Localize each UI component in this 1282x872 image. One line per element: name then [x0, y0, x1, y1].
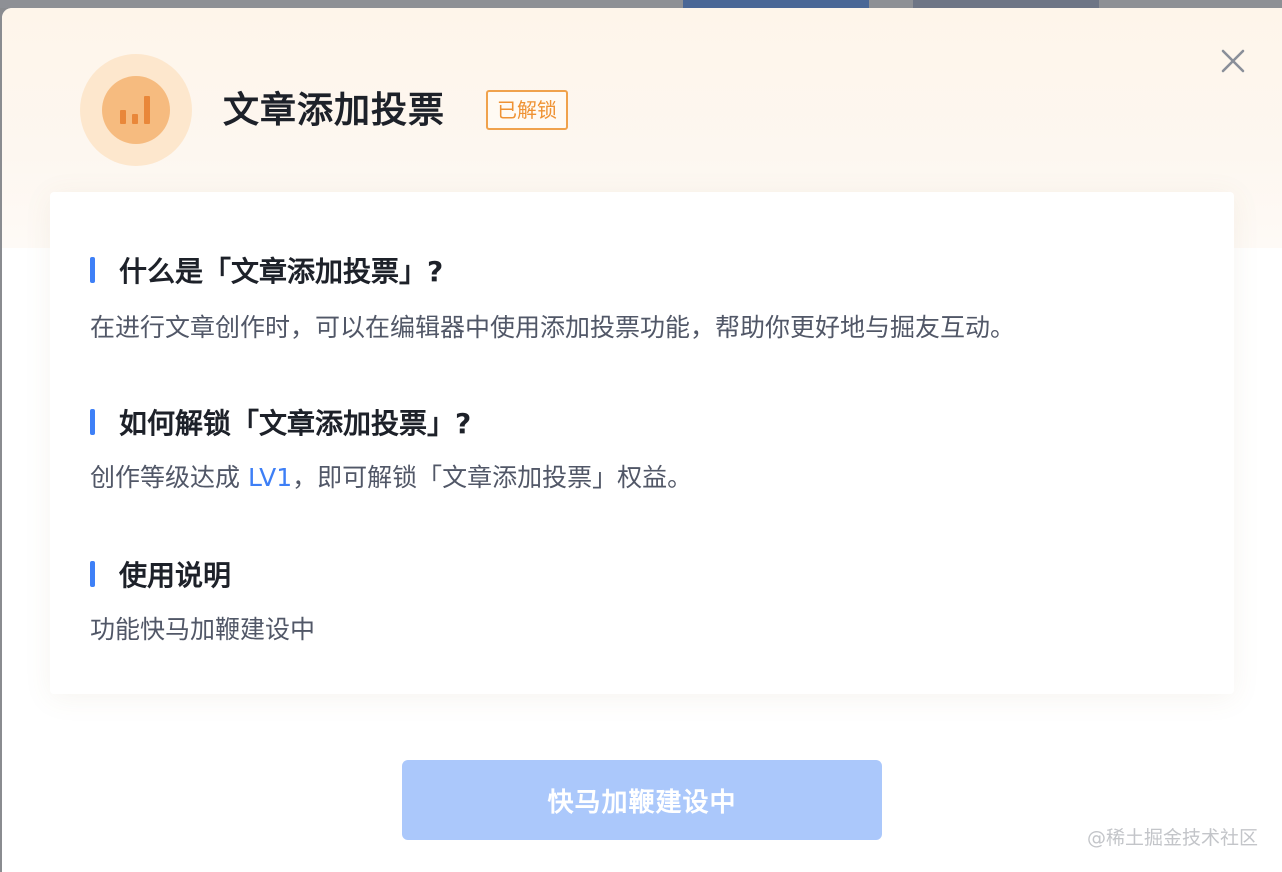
unlocked-badge: 已解锁 — [486, 90, 568, 130]
section-heading-what: 什么是「文章添加投票」? — [90, 252, 443, 288]
background-page — [869, 0, 913, 8]
feature-icon-circle — [102, 76, 170, 144]
level-link[interactable]: LV1 — [248, 463, 292, 492]
in-development-button[interactable]: 快马加鞭建设中 — [402, 760, 882, 840]
section-heading-how: 如何解锁「文章添加投票」? — [90, 404, 471, 440]
unlock-requirement-text: ，即可解锁「文章添加投票」权益。 — [292, 463, 693, 492]
heading-accent-bar — [90, 561, 95, 587]
feature-dialog: 文章添加投票 已解锁 什么是「文章添加投票」? 在进行文章创作时，可以在编辑器中… — [2, 8, 1282, 872]
section-heading-text: 什么是「文章添加投票」? — [119, 255, 444, 288]
heading-accent-bar — [90, 257, 95, 283]
close-icon[interactable] — [1220, 48, 1246, 74]
background-page-tab — [683, 0, 869, 8]
section-heading-text: 使用说明 — [119, 559, 232, 592]
close-button[interactable] — [1220, 48, 1246, 74]
background-page — [1099, 0, 1282, 8]
section-heading-text: 如何解锁「文章添加投票」? — [119, 407, 472, 440]
unlock-requirement-text: 创作等级达成 — [90, 463, 248, 492]
watermark: @稀土掘金技术社区 — [1086, 827, 1258, 849]
bar-chart-icon — [120, 96, 150, 124]
feature-icon-badge — [80, 54, 192, 166]
section-text-how: 创作等级达成 LV1，即可解锁「文章添加投票」权益。 — [90, 460, 692, 496]
heading-accent-bar — [90, 409, 95, 435]
section-heading-usage: 使用说明 — [90, 556, 231, 592]
section-text-usage: 功能快马加鞭建设中 — [90, 615, 316, 644]
feature-info-card: 什么是「文章添加投票」? 在进行文章创作时，可以在编辑器中使用添加投票功能，帮助… — [50, 192, 1234, 694]
section-text-what: 在进行文章创作时，可以在编辑器中使用添加投票功能，帮助你更好地与掘友互动。 — [90, 313, 1016, 342]
background-page — [0, 0, 683, 8]
background-page-tab — [913, 0, 1099, 8]
dialog-title: 文章添加投票 — [223, 90, 446, 131]
